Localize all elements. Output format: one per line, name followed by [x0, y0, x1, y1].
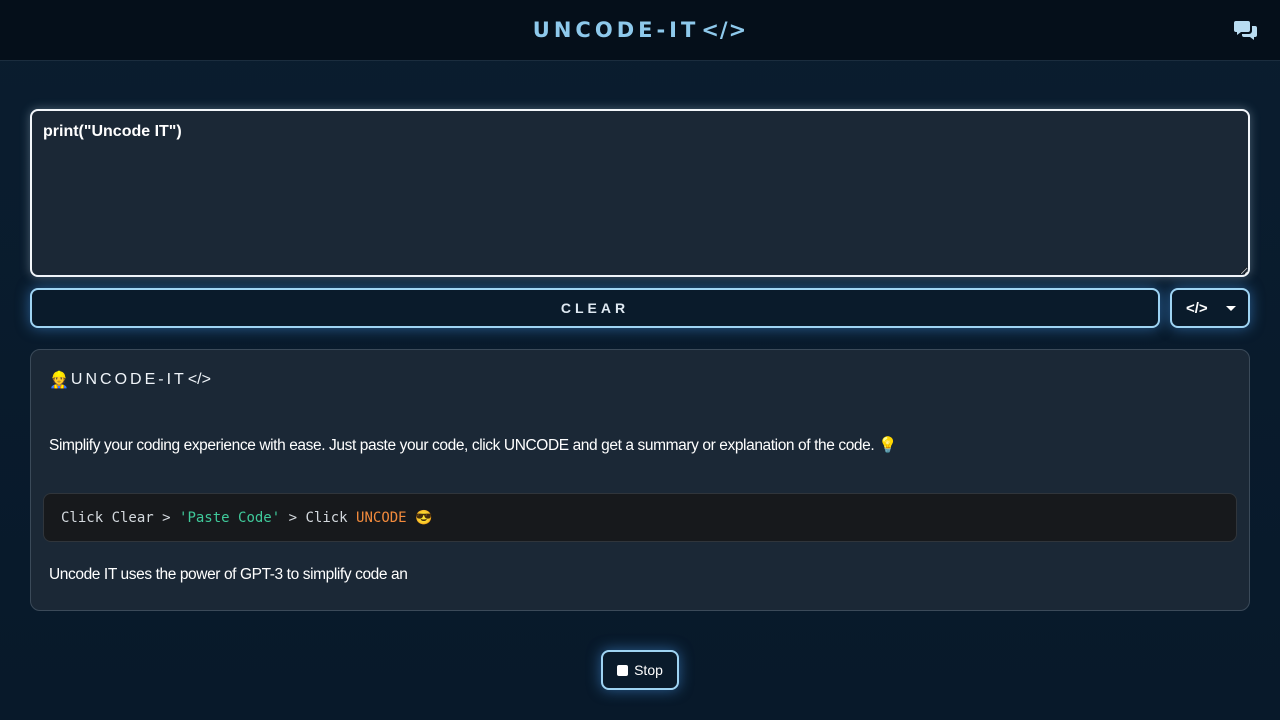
language-select[interactable]: </> [1170, 288, 1250, 328]
card-title-tag: </> [187, 371, 211, 388]
clear-button[interactable]: CLEAR [30, 288, 1160, 328]
clear-button-label: CLEAR [560, 300, 630, 316]
card-streaming-text: Uncode IT uses the power of GPT-3 to sim… [49, 566, 408, 583]
code-text-2: > Click [280, 509, 357, 526]
app-title-tag: </> [701, 18, 748, 42]
stop-square-icon [617, 664, 629, 676]
code-text-3: 😎 [406, 509, 433, 526]
chat-bubbles-icon[interactable] [1234, 19, 1258, 41]
card-title: 👷 UNCODE-IT </> [49, 370, 211, 390]
code-brackets-icon: </> [1186, 299, 1208, 317]
chevron-down-icon [1226, 305, 1236, 311]
stop-button[interactable]: Stop [601, 650, 679, 690]
app-title: UNCODE-IT </> [0, 0, 1280, 60]
code-keyword: UNCODE [356, 509, 407, 526]
code-input[interactable]: print("Uncode IT") [30, 109, 1250, 277]
worker-emoji-icon: 👷 [49, 372, 69, 389]
card-title-text: UNCODE-IT [70, 371, 187, 388]
top-header: UNCODE-IT </> [0, 0, 1280, 61]
info-card: 👷 UNCODE-IT </> Simplify your coding exper… [30, 349, 1250, 611]
card-description: Simplify your coding experience with eas… [49, 437, 898, 454]
code-string: 'Paste Code' [179, 509, 281, 526]
code-text-1: Click Clear > [61, 509, 180, 526]
stop-button-label: Stop [634, 662, 663, 678]
app-title-text: UNCODE-IT [532, 18, 700, 42]
code-example: Click Clear > 'Paste Code' > Click UNCOD… [43, 493, 1237, 542]
